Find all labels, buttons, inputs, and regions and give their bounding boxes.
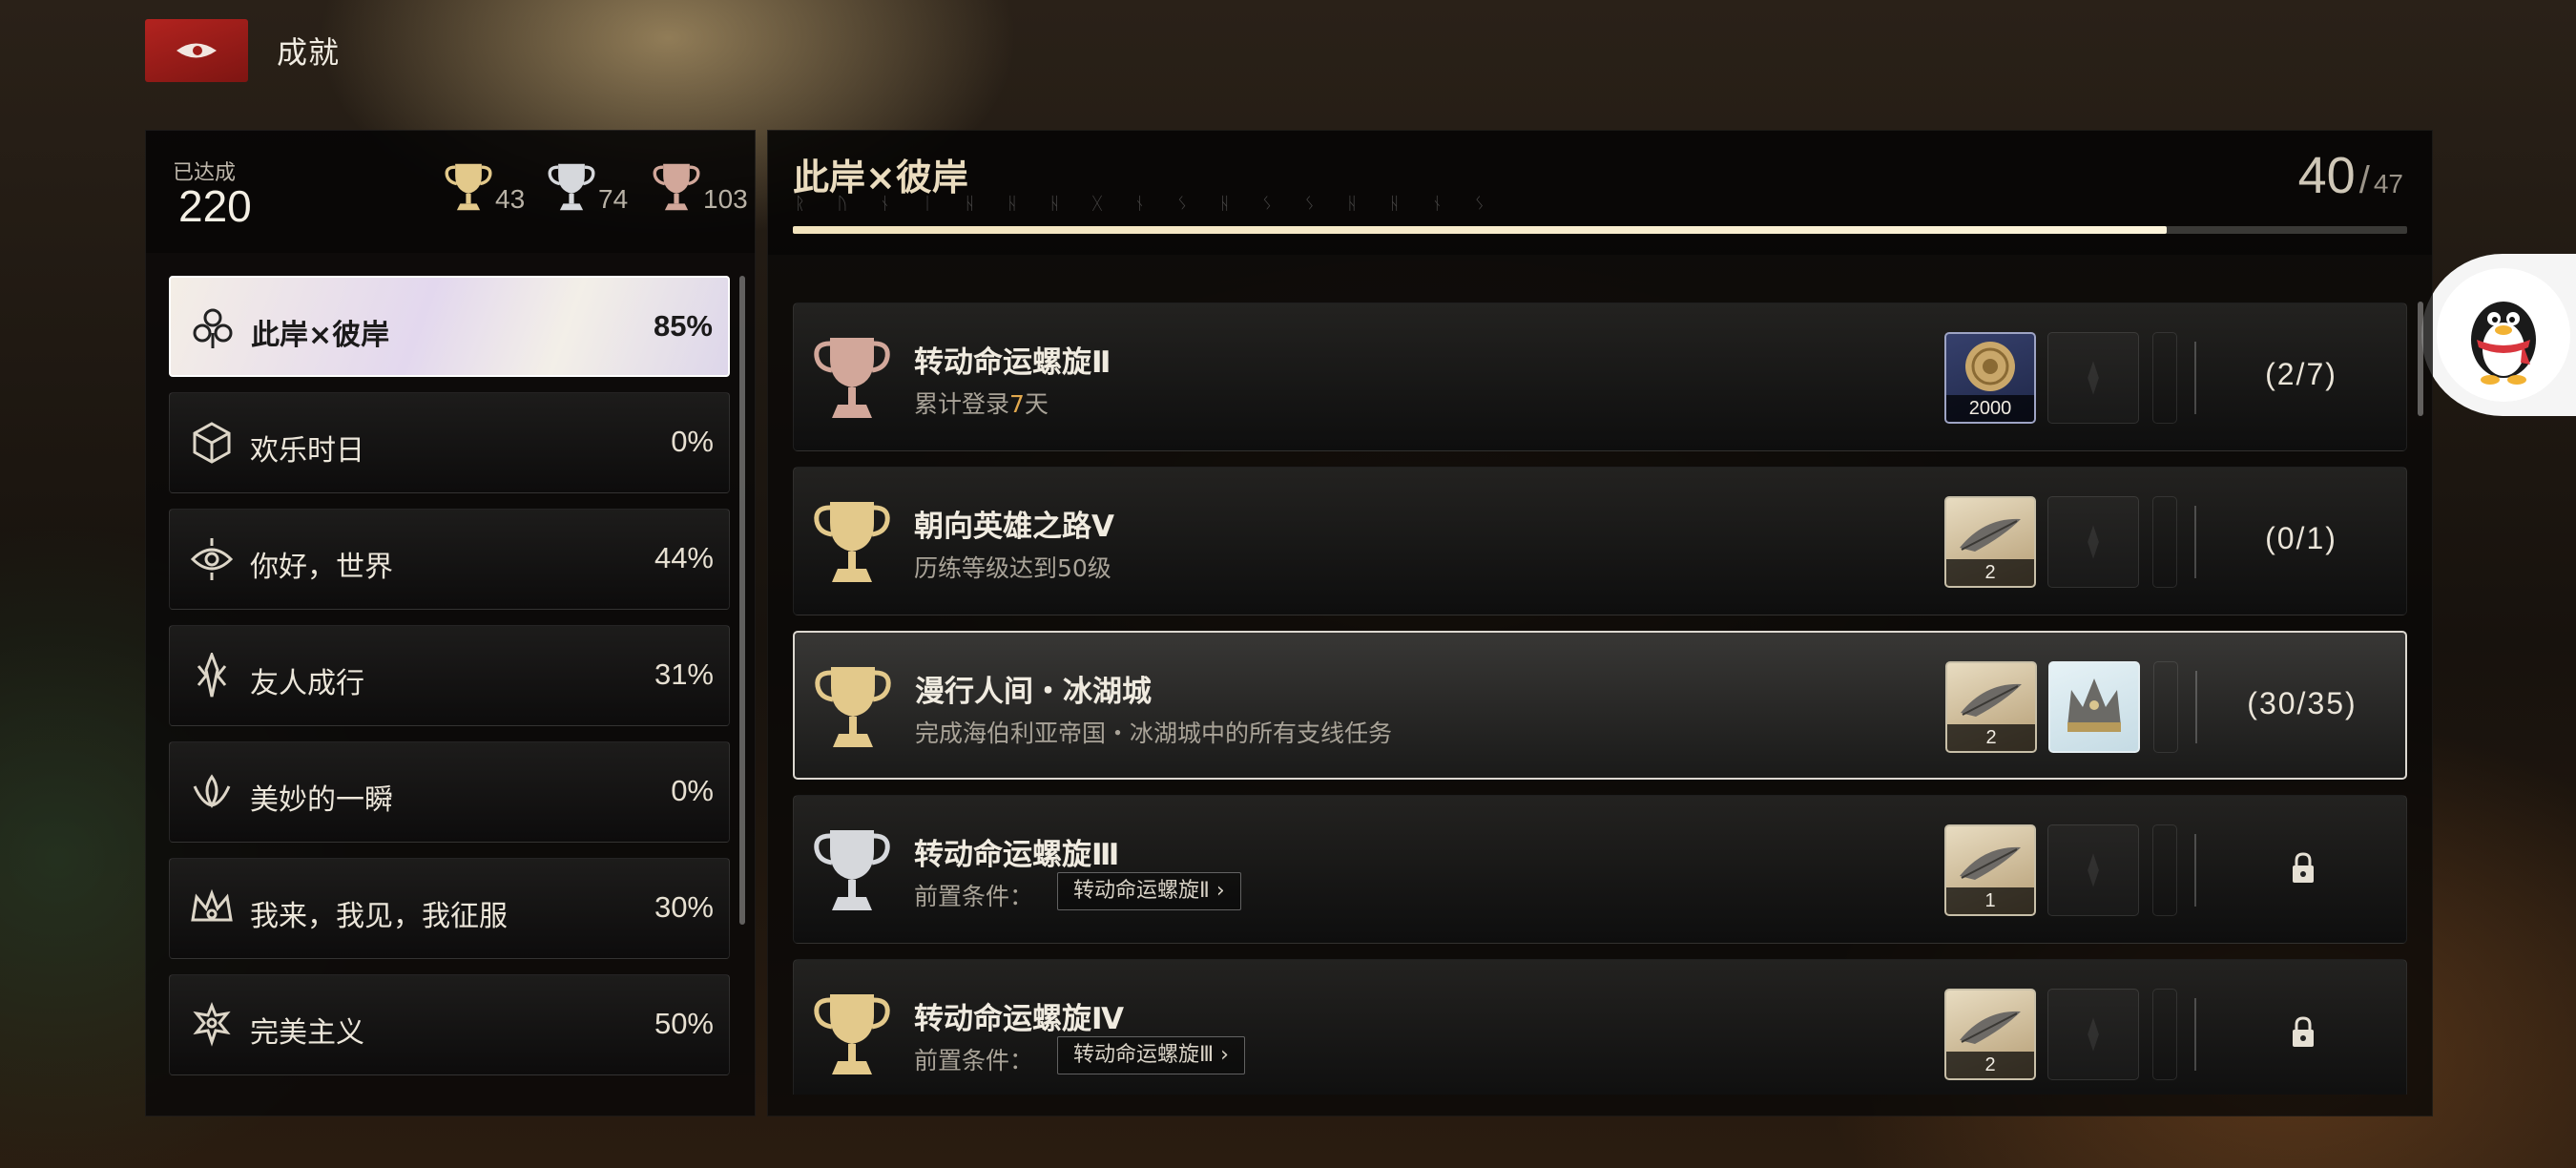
category-item-2[interactable]: 欢乐时日 0% xyxy=(169,392,730,493)
category-list: 此岸×彼岸 85% 欢乐时日 0% 你好，世界 44% 友人成行 31% 美妙的… xyxy=(169,276,732,1091)
achievement-name: 转动命运螺旋Ⅱ xyxy=(914,345,1111,380)
prerequisite-label: 前置条件： xyxy=(914,883,1034,910)
achievement-scrollbar[interactable] xyxy=(2418,302,2423,416)
achievement-progress: (2/7) xyxy=(2265,357,2337,391)
category-item-1[interactable]: 此岸×彼岸 85% xyxy=(169,276,730,377)
rune-subtitle: ᚱ ᚢ ᚾ ᛁ ᚺ ᚺ ᚺ ᚷ ᚾ ᛊ ᚺ ᛊ ᛊ ᚺ ᚺ ᚾ ᛊ xyxy=(795,194,1499,214)
divider xyxy=(2194,342,2196,414)
category-progress-bar xyxy=(793,226,2407,234)
blade-crest-icon xyxy=(197,653,227,698)
category-scrollbar[interactable] xyxy=(739,276,745,925)
achievement-panel: 此岸×彼岸 ᚱ ᚢ ᚾ ᛁ ᚺ ᚺ ᚺ ᚷ ᚾ ᛊ ᚺ ᛊ ᛊ ᚺ ᚺ ᚾ ᛊ … xyxy=(767,130,2433,1116)
reward-slot-3 xyxy=(2152,989,2177,1080)
divider xyxy=(2194,998,2196,1071)
lotus-icon xyxy=(193,774,231,808)
reward-slot-2[interactable] xyxy=(2048,661,2140,753)
category-title: 此岸×彼岸 xyxy=(793,156,968,198)
achievement-row[interactable]: 转动命运螺旋Ⅱ 累计登录7天 2000 (2/7) xyxy=(793,302,2407,451)
reward-slot-2 xyxy=(2047,989,2139,1080)
empty-slot-icon xyxy=(2088,853,2099,887)
achievement-name: 朝向英雄之路Ⅴ xyxy=(914,510,1114,544)
achievement-name: 转动命运螺旋Ⅲ xyxy=(914,838,1120,872)
achievement-description: 累计登录7天 xyxy=(914,390,1049,418)
reward-slot-3 xyxy=(2153,661,2178,753)
back-button[interactable] xyxy=(145,19,248,82)
silver-trophy-icon xyxy=(814,830,890,910)
gold-trophy-icon xyxy=(814,502,890,582)
gold-trophy-icon xyxy=(814,994,890,1074)
prerequisite-link[interactable]: 转动命运螺旋Ⅱ › xyxy=(1057,872,1241,910)
divider xyxy=(2195,671,2197,743)
achievement-row-selected[interactable]: 漫行人间・冰湖城 完成海伯利亚帝国・冰湖城中的所有支线任务 2 (30/35) xyxy=(793,631,2407,780)
reward-slot-1[interactable]: 2 xyxy=(1944,989,2036,1080)
summary-total: 220 xyxy=(178,181,252,231)
prerequisite-link[interactable]: 转动命运螺旋Ⅲ › xyxy=(1057,1036,1245,1074)
page-title: 成就 xyxy=(277,34,341,71)
achievement-row[interactable]: 转动命运螺旋Ⅳ 前置条件： 转动命运螺旋Ⅲ › 2 xyxy=(793,959,2407,1095)
clover-star-icon xyxy=(193,308,233,348)
bronze-trophy-icon xyxy=(653,163,700,211)
achievement-name: 转动命运螺旋Ⅳ xyxy=(914,1002,1125,1036)
achievement-row[interactable]: 朝向英雄之路Ⅴ 历练等级达到50级 2 (0/1) xyxy=(793,467,2407,615)
gold-trophy-icon xyxy=(445,163,492,211)
penguin-icon xyxy=(2471,302,2536,385)
empty-slot-icon xyxy=(2088,361,2099,395)
silver-trophy-count: 74 xyxy=(547,159,628,215)
silver-trophy-icon xyxy=(548,163,595,211)
lock-icon xyxy=(2293,1016,2314,1047)
crown-icon xyxy=(191,888,233,922)
achievement-description: 历练等级达到50级 xyxy=(914,554,1111,582)
progress-fill xyxy=(793,226,2167,234)
category-item-7[interactable]: 完美主义 50% xyxy=(169,974,730,1075)
reward-slot-3 xyxy=(2152,496,2177,588)
reward-slot-3 xyxy=(2152,332,2177,424)
floating-assistant-button[interactable] xyxy=(2421,254,2576,416)
prerequisite-label: 前置条件： xyxy=(914,1047,1034,1074)
reward-slot-1[interactable]: 2000 xyxy=(1944,332,2036,424)
dice-icon xyxy=(193,422,231,464)
category-item-6[interactable]: 我来，我见，我征服 30% xyxy=(169,858,730,959)
reward-slot-2 xyxy=(2047,824,2139,916)
reward-slot-1[interactable]: 1 xyxy=(1944,824,2036,916)
reward-slot-1[interactable]: 2 xyxy=(1944,496,2036,588)
category-item-3[interactable]: 你好，世界 44% xyxy=(169,509,730,610)
divider xyxy=(2194,506,2196,578)
category-item-4[interactable]: 友人成行 31% xyxy=(169,625,730,726)
gold-trophy-count: 43 xyxy=(444,159,525,215)
ice-crown-icon xyxy=(2067,678,2121,732)
achievement-progress: (0/1) xyxy=(2265,521,2337,555)
gold-trophy-icon xyxy=(815,667,891,747)
back-arrow-icon xyxy=(177,43,217,58)
achievement-description: 完成海伯利亚帝国・冰湖城中的所有支线任务 xyxy=(915,720,1393,747)
achievement-summary: 已达成 220 43 74 103 xyxy=(146,131,755,253)
completion-count: 40/47 xyxy=(2297,147,2403,204)
achievement-row[interactable]: 转动命运螺旋Ⅲ 前置条件： 转动命运螺旋Ⅱ › 1 xyxy=(793,795,2407,944)
category-panel: 已达成 220 43 74 103 此岸×彼岸 85% 欢乐时日 0% 你好，世… xyxy=(145,130,756,1116)
lock-icon xyxy=(2293,852,2314,883)
reward-slot-2 xyxy=(2047,332,2139,424)
achievement-progress: (30/35) xyxy=(2247,686,2358,720)
empty-slot-icon xyxy=(2088,1017,2099,1052)
achievement-list: 转动命运螺旋Ⅱ 累计登录7天 2000 (2/7) 朝向英雄之路Ⅴ 历练等级达到… xyxy=(793,302,2409,1095)
reward-slot-3 xyxy=(2152,824,2177,916)
empty-slot-icon xyxy=(2088,525,2099,559)
compass-eye-icon xyxy=(190,538,234,580)
bronze-trophy-icon xyxy=(814,338,890,418)
reward-slot-1[interactable]: 2 xyxy=(1945,661,2037,753)
category-item-5[interactable]: 美妙的一瞬 0% xyxy=(169,741,730,843)
achievement-name: 漫行人间・冰湖城 xyxy=(915,675,1152,709)
reward-slot-2 xyxy=(2047,496,2139,588)
ornament-icon xyxy=(193,1002,231,1047)
divider xyxy=(2194,834,2196,907)
bronze-trophy-count: 103 xyxy=(652,159,748,215)
category-header: 此岸×彼岸 ᚱ ᚢ ᚾ ᛁ ᚺ ᚺ ᚺ ᚷ ᚾ ᛊ ᚺ ᛊ ᛊ ᚺ ᚺ ᚾ ᛊ … xyxy=(768,131,2432,255)
